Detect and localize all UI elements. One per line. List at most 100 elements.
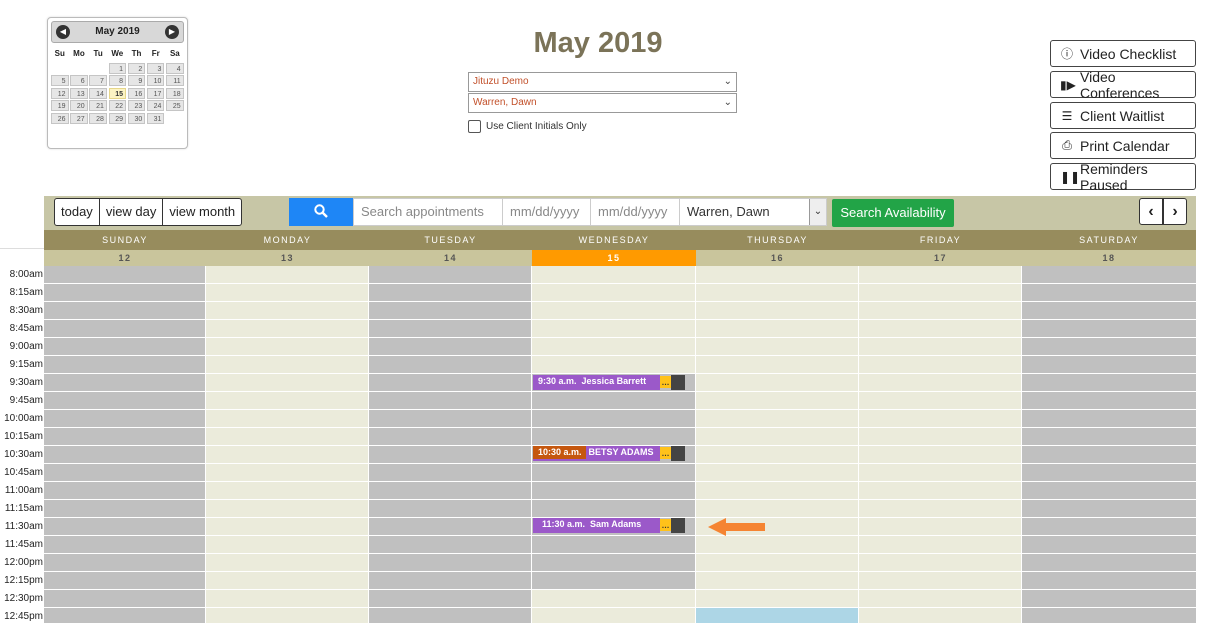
time-slot[interactable] — [532, 554, 696, 571]
prev-week-button[interactable]: ‹ — [1139, 198, 1163, 225]
time-slot[interactable] — [696, 428, 859, 445]
time-slot[interactable] — [696, 410, 859, 427]
time-slot[interactable] — [369, 518, 532, 535]
provider-select[interactable]: Warren, Dawn ⌄ — [468, 93, 737, 113]
time-slot[interactable] — [696, 608, 859, 623]
video-checklist-button[interactable]: ⓘ Video Checklist — [1050, 40, 1196, 67]
mini-calendar-prev-icon[interactable]: ◀ — [56, 25, 70, 39]
time-slot[interactable] — [369, 392, 532, 409]
time-slot[interactable] — [206, 338, 369, 355]
time-slot[interactable] — [206, 284, 369, 301]
mini-calendar-day[interactable]: 14 — [89, 87, 107, 99]
time-slot[interactable] — [696, 284, 859, 301]
time-slot[interactable] — [532, 536, 696, 553]
date-label[interactable]: 18 — [1022, 250, 1196, 266]
search-appointments-input[interactable]: Search appointments — [353, 198, 503, 226]
time-slot[interactable] — [859, 338, 1022, 355]
appointment-jessica-barrett[interactable]: 9:30 a.m. Jessica Barrett … — [533, 375, 685, 390]
time-slot[interactable] — [44, 428, 206, 445]
time-slot[interactable] — [1022, 302, 1196, 319]
time-slot[interactable] — [206, 302, 369, 319]
time-slot[interactable] — [532, 608, 696, 623]
time-slot[interactable] — [44, 518, 206, 535]
date-label[interactable]: 13 — [206, 250, 369, 266]
time-slot[interactable] — [696, 554, 859, 571]
time-slot[interactable] — [369, 590, 532, 607]
mini-calendar-day[interactable]: 31 — [146, 112, 165, 124]
date-label[interactable]: 17 — [859, 250, 1022, 266]
time-slot[interactable] — [369, 428, 532, 445]
time-slot[interactable] — [859, 392, 1022, 409]
time-slot[interactable] — [696, 320, 859, 337]
time-slot[interactable] — [532, 464, 696, 481]
time-slot[interactable] — [206, 554, 369, 571]
time-slot[interactable] — [532, 428, 696, 445]
time-slot[interactable] — [696, 302, 859, 319]
time-slot[interactable] — [206, 266, 369, 283]
time-slot[interactable] — [206, 518, 369, 535]
mini-calendar-day[interactable]: 9 — [127, 75, 146, 87]
date-to-input[interactable]: mm/dd/yyyy — [590, 198, 680, 226]
time-slot[interactable] — [859, 410, 1022, 427]
mini-calendar-day[interactable]: 26 — [51, 112, 69, 124]
time-slot[interactable] — [696, 536, 859, 553]
mini-calendar-day[interactable]: 8 — [108, 75, 127, 87]
time-slot[interactable] — [44, 464, 206, 481]
organization-select[interactable]: Jituzu Demo ⌄ — [468, 72, 737, 92]
time-slot[interactable] — [369, 608, 532, 623]
time-slot[interactable] — [859, 464, 1022, 481]
time-slot[interactable] — [859, 554, 1022, 571]
time-slot[interactable] — [44, 536, 206, 553]
time-slot[interactable] — [44, 392, 206, 409]
time-slot[interactable] — [44, 554, 206, 571]
time-slot[interactable] — [696, 374, 859, 391]
client-initials-checkbox-row[interactable]: Use Client Initials Only — [468, 120, 587, 133]
time-slot[interactable] — [206, 446, 369, 463]
date-from-input[interactable]: mm/dd/yyyy — [502, 198, 591, 226]
time-slot[interactable] — [1022, 266, 1196, 283]
time-slot[interactable] — [44, 446, 206, 463]
time-slot[interactable] — [1022, 464, 1196, 481]
time-slot[interactable] — [532, 500, 696, 517]
time-slot[interactable] — [44, 284, 206, 301]
time-slot[interactable] — [369, 482, 532, 499]
time-slot[interactable] — [44, 374, 206, 391]
time-slot[interactable] — [44, 482, 206, 499]
time-slot[interactable] — [1022, 518, 1196, 535]
time-slot[interactable] — [859, 302, 1022, 319]
time-slot[interactable] — [1022, 608, 1196, 623]
time-slot[interactable] — [859, 482, 1022, 499]
time-slot[interactable] — [44, 302, 206, 319]
time-slot[interactable] — [859, 590, 1022, 607]
mini-calendar-day[interactable]: 29 — [108, 112, 127, 124]
time-slot[interactable] — [369, 302, 532, 319]
time-slot[interactable] — [1022, 338, 1196, 355]
time-slot[interactable] — [44, 320, 206, 337]
time-slot[interactable] — [44, 590, 206, 607]
video-conferences-button[interactable]: ▮▶ Video Conferences — [1050, 69, 1196, 101]
time-slot[interactable] — [859, 356, 1022, 373]
time-slot[interactable] — [206, 536, 369, 553]
time-slot[interactable] — [532, 410, 696, 427]
time-slot[interactable] — [369, 284, 532, 301]
time-slot[interactable] — [369, 320, 532, 337]
time-slot[interactable] — [532, 284, 696, 301]
time-slot[interactable] — [1022, 374, 1196, 391]
time-slot[interactable] — [1022, 284, 1196, 301]
mini-calendar-day[interactable]: 6 — [70, 75, 88, 87]
time-slot[interactable] — [206, 500, 369, 517]
time-slot[interactable] — [532, 302, 696, 319]
time-slot[interactable] — [1022, 572, 1196, 589]
time-slot[interactable] — [206, 374, 369, 391]
mini-calendar-day[interactable]: 5 — [51, 75, 69, 87]
time-slot[interactable] — [696, 266, 859, 283]
time-slot[interactable] — [532, 338, 696, 355]
time-slot[interactable] — [369, 356, 532, 373]
date-label[interactable]: 16 — [696, 250, 859, 266]
appointment-menu-icon[interactable]: … — [660, 519, 671, 531]
time-slot[interactable] — [206, 482, 369, 499]
appointment-menu-icon[interactable]: … — [660, 376, 671, 388]
mini-calendar-day[interactable]: 7 — [89, 75, 107, 87]
time-slot[interactable] — [44, 410, 206, 427]
time-slot[interactable] — [696, 356, 859, 373]
